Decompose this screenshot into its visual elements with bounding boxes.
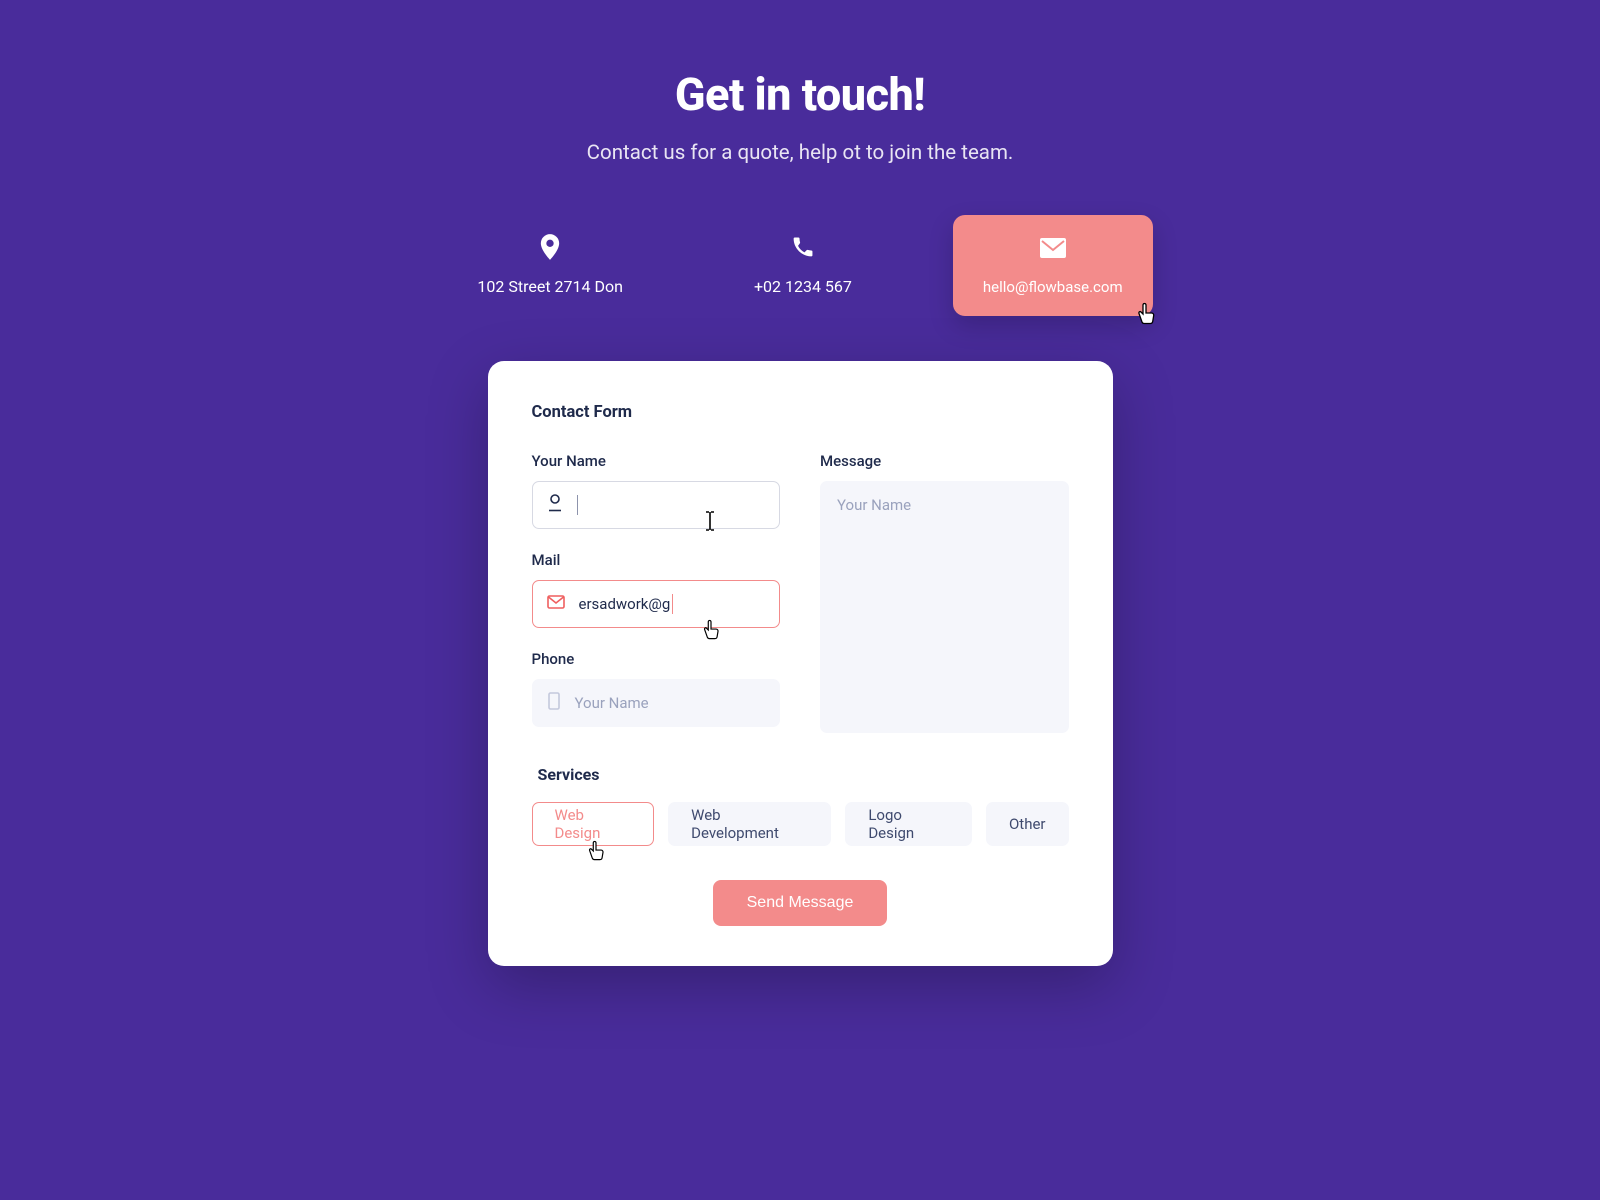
contact-info-row: 102 Street 2714 Don +02 1234 567 hello@f… [0, 215, 1600, 316]
message-textarea[interactable]: Your Name [820, 481, 1069, 733]
address-block[interactable]: 102 Street 2714 Don [447, 215, 653, 316]
send-message-button[interactable]: Send Message [713, 880, 888, 926]
chip-web-design[interactable]: Web Design [532, 802, 655, 846]
phone-text: +02 1234 567 [754, 277, 852, 296]
email-block[interactable]: hello@flowbase.com [953, 215, 1153, 316]
services-chips: Web Design Web Development Logo Design O… [532, 802, 1069, 846]
user-icon [547, 494, 563, 516]
mail-input[interactable]: ersadwork@g [532, 580, 781, 628]
mail-value: ersadwork@g [579, 595, 671, 613]
text-cursor-icon [703, 510, 717, 532]
name-label: Your Name [532, 452, 781, 470]
chip-web-development[interactable]: Web Development [668, 802, 831, 846]
address-text: 102 Street 2714 Don [477, 277, 623, 296]
mail-icon [1040, 234, 1066, 262]
name-input[interactable] [532, 481, 781, 529]
contact-form-card: Contact Form Your Name Mail ersadwork@ [488, 361, 1113, 966]
phone-input[interactable]: Your Name [532, 679, 781, 727]
message-label: Message [820, 452, 1069, 470]
phone-icon [792, 233, 814, 261]
chip-other[interactable]: Other [986, 802, 1069, 846]
phone-label: Phone [532, 650, 781, 668]
mail-label: Mail [532, 551, 781, 569]
email-text: hello@flowbase.com [983, 278, 1123, 296]
phone-block[interactable]: +02 1234 567 [718, 215, 888, 316]
envelope-icon [547, 595, 565, 613]
page-title: Get in touch! [0, 68, 1600, 121]
chip-label: Logo Design [868, 806, 949, 842]
pointer-cursor-icon [586, 840, 606, 862]
phone-placeholder: Your Name [575, 694, 649, 712]
mobile-icon [547, 692, 561, 714]
page-subtitle: Contact us for a quote, help ot to join … [0, 141, 1600, 165]
chip-label: Web Development [691, 806, 808, 842]
chip-logo-design[interactable]: Logo Design [845, 802, 972, 846]
location-pin-icon [539, 233, 561, 261]
services-label: Services [538, 765, 1069, 784]
chip-label: Web Design [555, 806, 632, 842]
text-caret [577, 495, 578, 515]
text-caret [672, 594, 673, 614]
chip-label: Other [1009, 815, 1046, 833]
form-title: Contact Form [532, 403, 1069, 422]
message-placeholder: Your Name [837, 496, 911, 514]
pointer-cursor-icon [1135, 302, 1157, 326]
